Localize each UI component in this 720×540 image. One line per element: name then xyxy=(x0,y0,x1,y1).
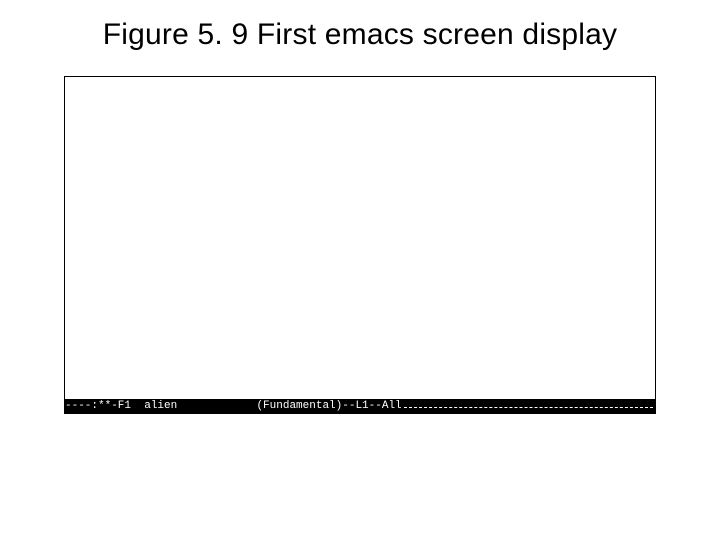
modeline-buffer-status: ----:**-F1 alien xyxy=(65,399,177,413)
emacs-window: ----:**-F1 alien (Fundamental)--L1--All xyxy=(64,76,656,414)
modeline-mode: (Fundamental)--L1--All xyxy=(256,399,401,413)
emacs-buffer[interactable] xyxy=(65,77,655,399)
modeline-fill-dashes xyxy=(404,407,653,408)
modeline-spacer xyxy=(177,399,256,413)
emacs-modeline: ----:**-F1 alien (Fundamental)--L1--All xyxy=(65,399,655,413)
slide: Figure 5. 9 First emacs screen display -… xyxy=(0,0,720,540)
figure-caption: Figure 5. 9 First emacs screen display xyxy=(0,18,720,52)
modeline-content: ----:**-F1 alien (Fundamental)--L1--All xyxy=(65,399,655,413)
